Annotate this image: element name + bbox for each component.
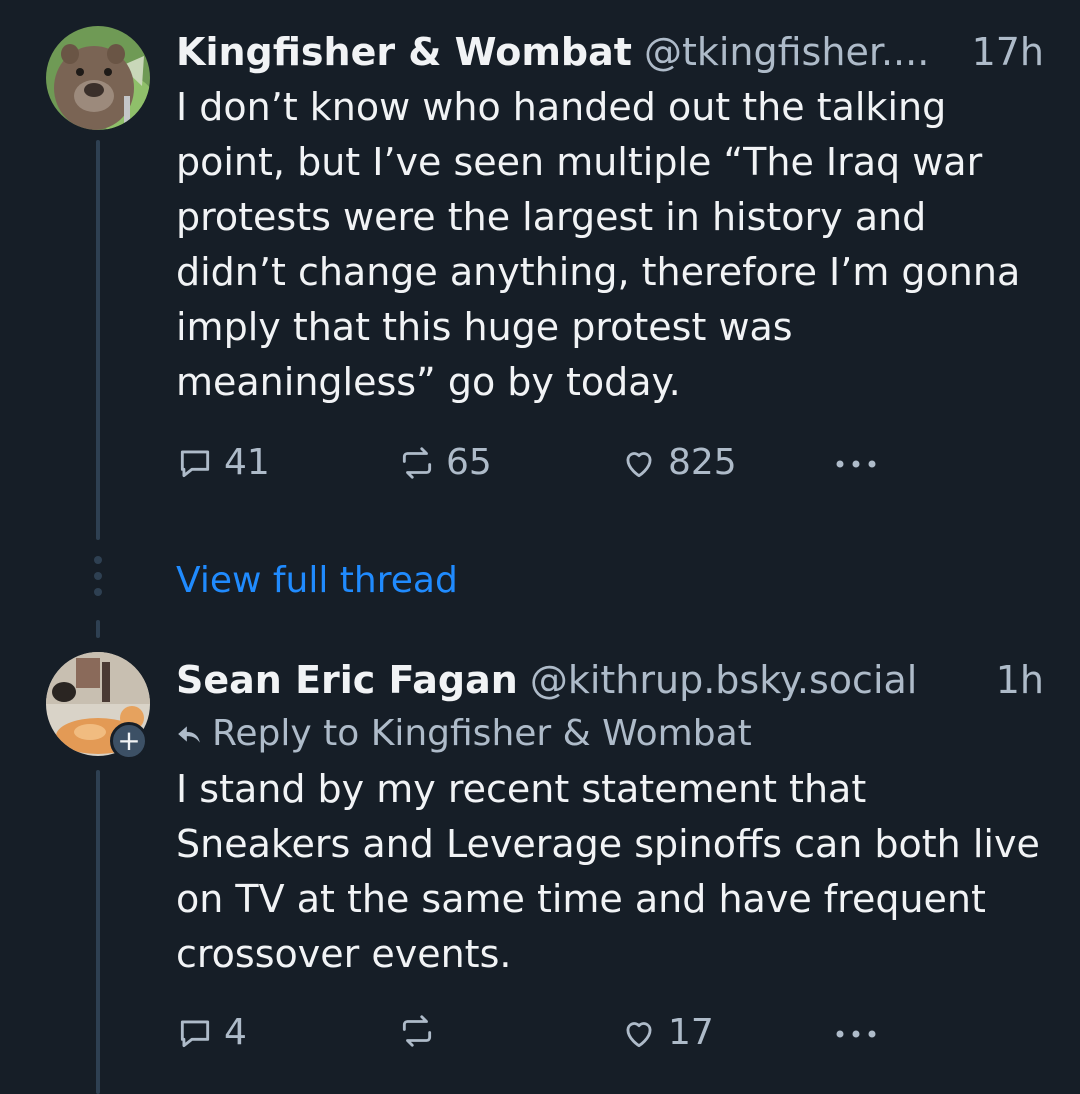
post-1-reply-button[interactable]: 41 bbox=[176, 442, 270, 483]
post-2[interactable]: Sean Eric Fagan @kithrup.bsky.social 1h … bbox=[176, 654, 1044, 982]
repost-icon bbox=[402, 1015, 432, 1047]
post-1-actions: 41 65 825 bbox=[176, 442, 886, 486]
post-2-like-count: 17 bbox=[668, 1012, 714, 1053]
thread-dot-1 bbox=[94, 556, 102, 564]
like-icon bbox=[626, 451, 652, 477]
post-2-actions: 4 17 bbox=[176, 1012, 886, 1056]
repost-icon bbox=[402, 446, 432, 479]
post-1-repost-count: 65 bbox=[446, 442, 492, 483]
post-2-like-button[interactable]: 17 bbox=[620, 1012, 714, 1053]
reply-icon bbox=[180, 449, 210, 477]
more-icon bbox=[836, 460, 876, 468]
post-1-author[interactable]: Kingfisher & Wombat bbox=[176, 26, 632, 78]
post-2-repost-button[interactable] bbox=[398, 1012, 446, 1050]
post-1-text: I don’t know who handed out the talking … bbox=[176, 85, 1021, 404]
post-1-header: Kingfisher & Wombat @tkingfisher.... 17h bbox=[176, 26, 1044, 78]
reply-arrow-icon bbox=[178, 726, 200, 743]
post-1-more-button[interactable] bbox=[832, 446, 890, 482]
reply-to-label: Reply to Kingfisher & Wombat bbox=[212, 713, 752, 754]
post-2-reply-count: 4 bbox=[224, 1012, 247, 1053]
thread-line-top bbox=[96, 140, 100, 540]
post-1-handle[interactable]: @tkingfisher.... bbox=[644, 26, 929, 78]
post-2-more-button[interactable] bbox=[832, 1016, 890, 1052]
thread-line-bottom bbox=[96, 770, 100, 1094]
post-1-like-count: 825 bbox=[668, 442, 737, 483]
reply-to-line[interactable]: Reply to Kingfisher & Wombat bbox=[176, 706, 1044, 762]
post-2-time[interactable]: 1h bbox=[982, 654, 1044, 706]
wombat-avatar[interactable] bbox=[46, 26, 150, 130]
post-1-time[interactable]: 17h bbox=[958, 26, 1044, 78]
thread-dot-3 bbox=[94, 588, 102, 596]
post-2-author[interactable]: Sean Eric Fagan bbox=[176, 654, 518, 706]
post-1-repost-button[interactable]: 65 bbox=[398, 442, 492, 483]
post-2-text: I stand by my recent statement that Snea… bbox=[176, 767, 1040, 976]
post-1-like-button[interactable]: 825 bbox=[620, 442, 737, 483]
thread-line-mid bbox=[96, 620, 100, 638]
reply-icon bbox=[180, 1019, 210, 1047]
post-1[interactable]: Kingfisher & Wombat @tkingfisher.... 17h… bbox=[176, 26, 1044, 410]
post-1-reply-count: 41 bbox=[224, 442, 270, 483]
like-icon bbox=[626, 1021, 652, 1047]
thread-dot-2 bbox=[94, 572, 102, 580]
post-2-reply-button[interactable]: 4 bbox=[176, 1012, 247, 1053]
follow-plus-badge[interactable]: + bbox=[110, 722, 148, 760]
more-icon bbox=[836, 1030, 876, 1038]
post-2-handle[interactable]: @kithrup.bsky.social bbox=[530, 654, 918, 706]
view-full-thread-link[interactable]: View full thread bbox=[176, 557, 458, 605]
post-2-header: Sean Eric Fagan @kithrup.bsky.social 1h bbox=[176, 654, 1044, 706]
